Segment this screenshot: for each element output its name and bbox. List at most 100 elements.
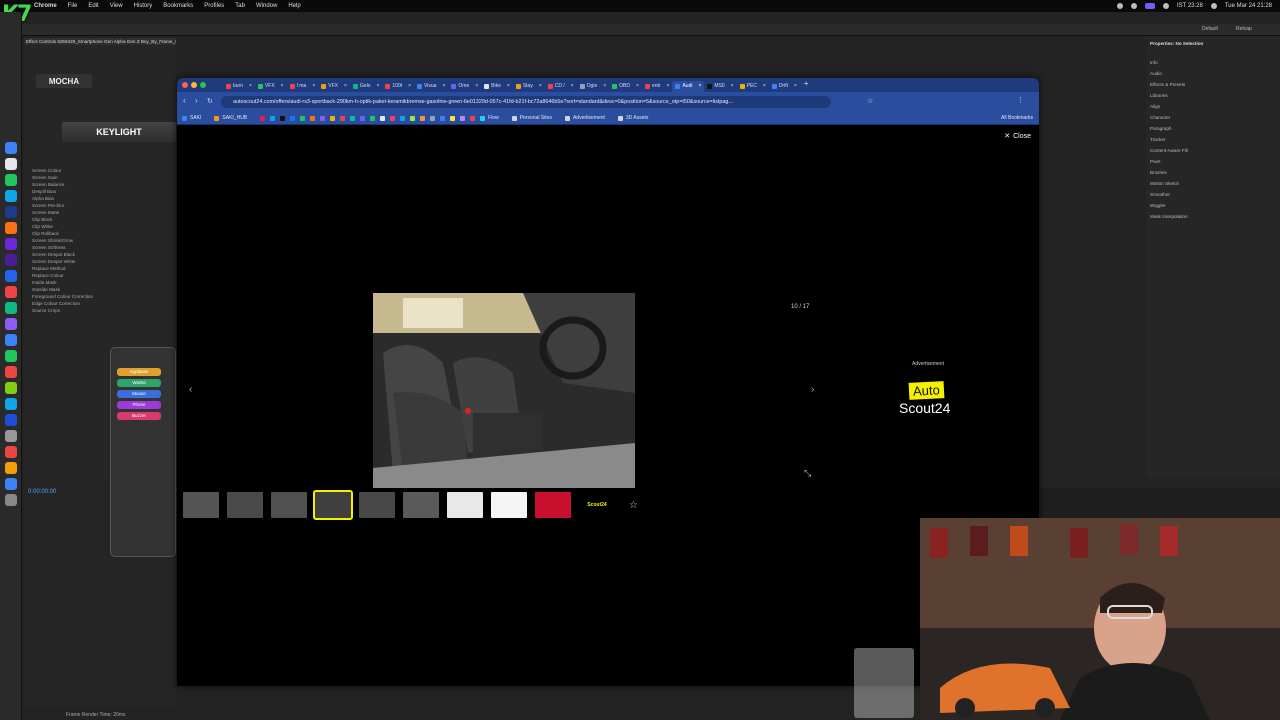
fx-row[interactable]: Screen Pre-blur (24, 202, 176, 209)
fx-row[interactable]: Foreground Colour Correction (24, 293, 176, 300)
fx-row[interactable]: Source Crops (24, 307, 176, 314)
autoscout24-ad[interactable]: Auto Scout24 (895, 378, 967, 424)
bookmark-icon[interactable] (440, 115, 446, 121)
bookmark-icon[interactable] (390, 115, 396, 121)
bookmark-saki[interactable]: SAKI (190, 115, 201, 121)
close-tab-icon[interactable]: × (408, 83, 411, 89)
panel-item[interactable]: Libraries (1146, 90, 1280, 101)
fx-row[interactable]: Edge Colour Correction (24, 300, 176, 307)
gallery-thumbnail[interactable] (491, 492, 527, 518)
bookmark-icon[interactable] (330, 115, 336, 121)
menu-file[interactable]: File (68, 3, 78, 9)
menu-bookmarks[interactable]: Bookmarks (163, 3, 193, 9)
fx-row[interactable]: Outside Mask (24, 286, 176, 293)
after-effects-icon[interactable] (5, 238, 17, 250)
menu-edit[interactable]: Edit (88, 3, 98, 9)
app-icon[interactable] (5, 270, 17, 282)
bookmark-icon[interactable] (450, 115, 456, 121)
app-icon[interactable] (5, 382, 17, 394)
close-tab-icon[interactable]: × (507, 83, 510, 89)
bookmark-icon[interactable] (280, 115, 286, 121)
panel-item[interactable]: Tracker (1146, 134, 1280, 145)
photoshop-icon[interactable] (5, 206, 17, 218)
bookmark-icon[interactable] (340, 115, 346, 121)
new-tab-icon[interactable]: + (804, 79, 809, 92)
fx-row[interactable]: Screen Gain (24, 174, 176, 181)
bookmark-3d-assets[interactable]: 3D Assets (626, 115, 649, 121)
fx-row[interactable]: Screen Matte (24, 209, 176, 216)
fx-row[interactable]: Screen Despot Black (24, 251, 176, 258)
app-icon[interactable] (5, 446, 17, 458)
gallery-thumbnail[interactable] (447, 492, 483, 518)
fx-row[interactable]: Screen Softness (24, 244, 176, 251)
forward-icon[interactable]: › (195, 96, 198, 105)
app-icon[interactable] (5, 142, 17, 154)
app-icon[interactable] (5, 430, 17, 442)
close-tab-icon[interactable]: × (249, 83, 252, 89)
menu-help[interactable]: Help (288, 3, 300, 9)
close-tab-icon[interactable]: × (636, 83, 639, 89)
menu-tab[interactable]: Tab (235, 3, 245, 9)
app-icon[interactable] (5, 462, 17, 474)
close-tab-icon[interactable]: × (731, 83, 734, 89)
browser-tab[interactable]: Ome × (448, 81, 481, 92)
close-gallery-button[interactable]: ✕ Close (1004, 132, 1031, 141)
bookmark-icon[interactable] (320, 115, 326, 121)
browser-tab[interactable]: Audi × (672, 80, 705, 92)
fx-row[interactable]: Screen Colour (24, 167, 176, 174)
status-icon[interactable] (1144, 3, 1155, 9)
bookmark-icon[interactable] (400, 115, 406, 121)
gallery-thumbnail[interactable]: Scout24 (579, 492, 615, 518)
bookmark-icon[interactable] (350, 115, 356, 121)
close-tab-icon[interactable]: × (571, 83, 574, 89)
reload-icon[interactable]: ↻ (207, 97, 213, 105)
gallery-thumbnail[interactable] (313, 490, 353, 520)
fullscreen-icon[interactable]: ⤡ (804, 468, 811, 479)
panel-item[interactable]: Wiggler (1146, 200, 1280, 211)
app-icon[interactable] (5, 158, 17, 170)
browser-tab[interactable]: VFX × (255, 81, 287, 92)
bookmark-icon[interactable] (420, 115, 426, 121)
menubar-clock[interactable]: Tue Mar 24 21:28 (1225, 3, 1272, 9)
status-icon[interactable] (1130, 3, 1137, 9)
favorite-star-icon[interactable]: ☆ (629, 500, 638, 511)
app-icon[interactable] (5, 174, 17, 186)
previous-image-arrow-icon[interactable]: ‹ (189, 384, 192, 395)
browser-tab[interactable]: MS0 × (704, 81, 736, 92)
gallery-thumbnail[interactable] (227, 492, 263, 518)
bookmark-icon[interactable] (380, 115, 386, 121)
sound-button[interactable]: Mouse (117, 390, 161, 398)
browser-tab[interactable]: CD / × (545, 81, 577, 92)
panel-item[interactable]: Smoother (1146, 189, 1280, 200)
premiere-icon[interactable] (5, 254, 17, 266)
fx-row[interactable]: Screen Despot White (24, 258, 176, 265)
app-icon[interactable] (5, 334, 17, 346)
browser-tab[interactable]: Gelo × (350, 81, 382, 92)
close-window-icon[interactable] (182, 82, 188, 88)
menu-history[interactable]: History (134, 3, 153, 9)
fx-row[interactable]: Despill Bias (24, 188, 176, 195)
back-icon[interactable]: ‹ (183, 96, 186, 105)
gallery-thumbnail[interactable] (183, 492, 219, 518)
workspace-default[interactable]: Default (1202, 26, 1218, 32)
next-image-arrow-icon[interactable]: › (811, 384, 814, 395)
app-icon[interactable] (5, 350, 17, 362)
sound-button[interactable]: WaWa (117, 379, 161, 387)
browser-tab[interactable]: VFX × (318, 81, 350, 92)
browser-tab[interactable]: Stay × (513, 81, 545, 92)
close-tab-icon[interactable]: × (442, 83, 445, 89)
maximize-window-icon[interactable] (200, 82, 206, 88)
bookmark-icon[interactable] (310, 115, 316, 121)
browser-tab[interactable]: Ogio × (577, 81, 609, 92)
fx-row[interactable]: Screen Balance (24, 181, 176, 188)
menu-view[interactable]: View (110, 3, 123, 9)
fx-row[interactable]: Inside Mask (24, 279, 176, 286)
panel-item[interactable]: Align (1146, 101, 1280, 112)
menu-window[interactable]: Window (256, 3, 277, 9)
bookmark-icon[interactable] (214, 115, 220, 121)
fx-row[interactable]: Replace Method (24, 265, 176, 272)
browser-tab[interactable]: OBD × (609, 81, 642, 92)
panel-item[interactable]: Brushes (1146, 167, 1280, 178)
status-icon[interactable] (1116, 3, 1123, 9)
bookmark-personal-sites[interactable]: Personal Sites (520, 115, 552, 121)
